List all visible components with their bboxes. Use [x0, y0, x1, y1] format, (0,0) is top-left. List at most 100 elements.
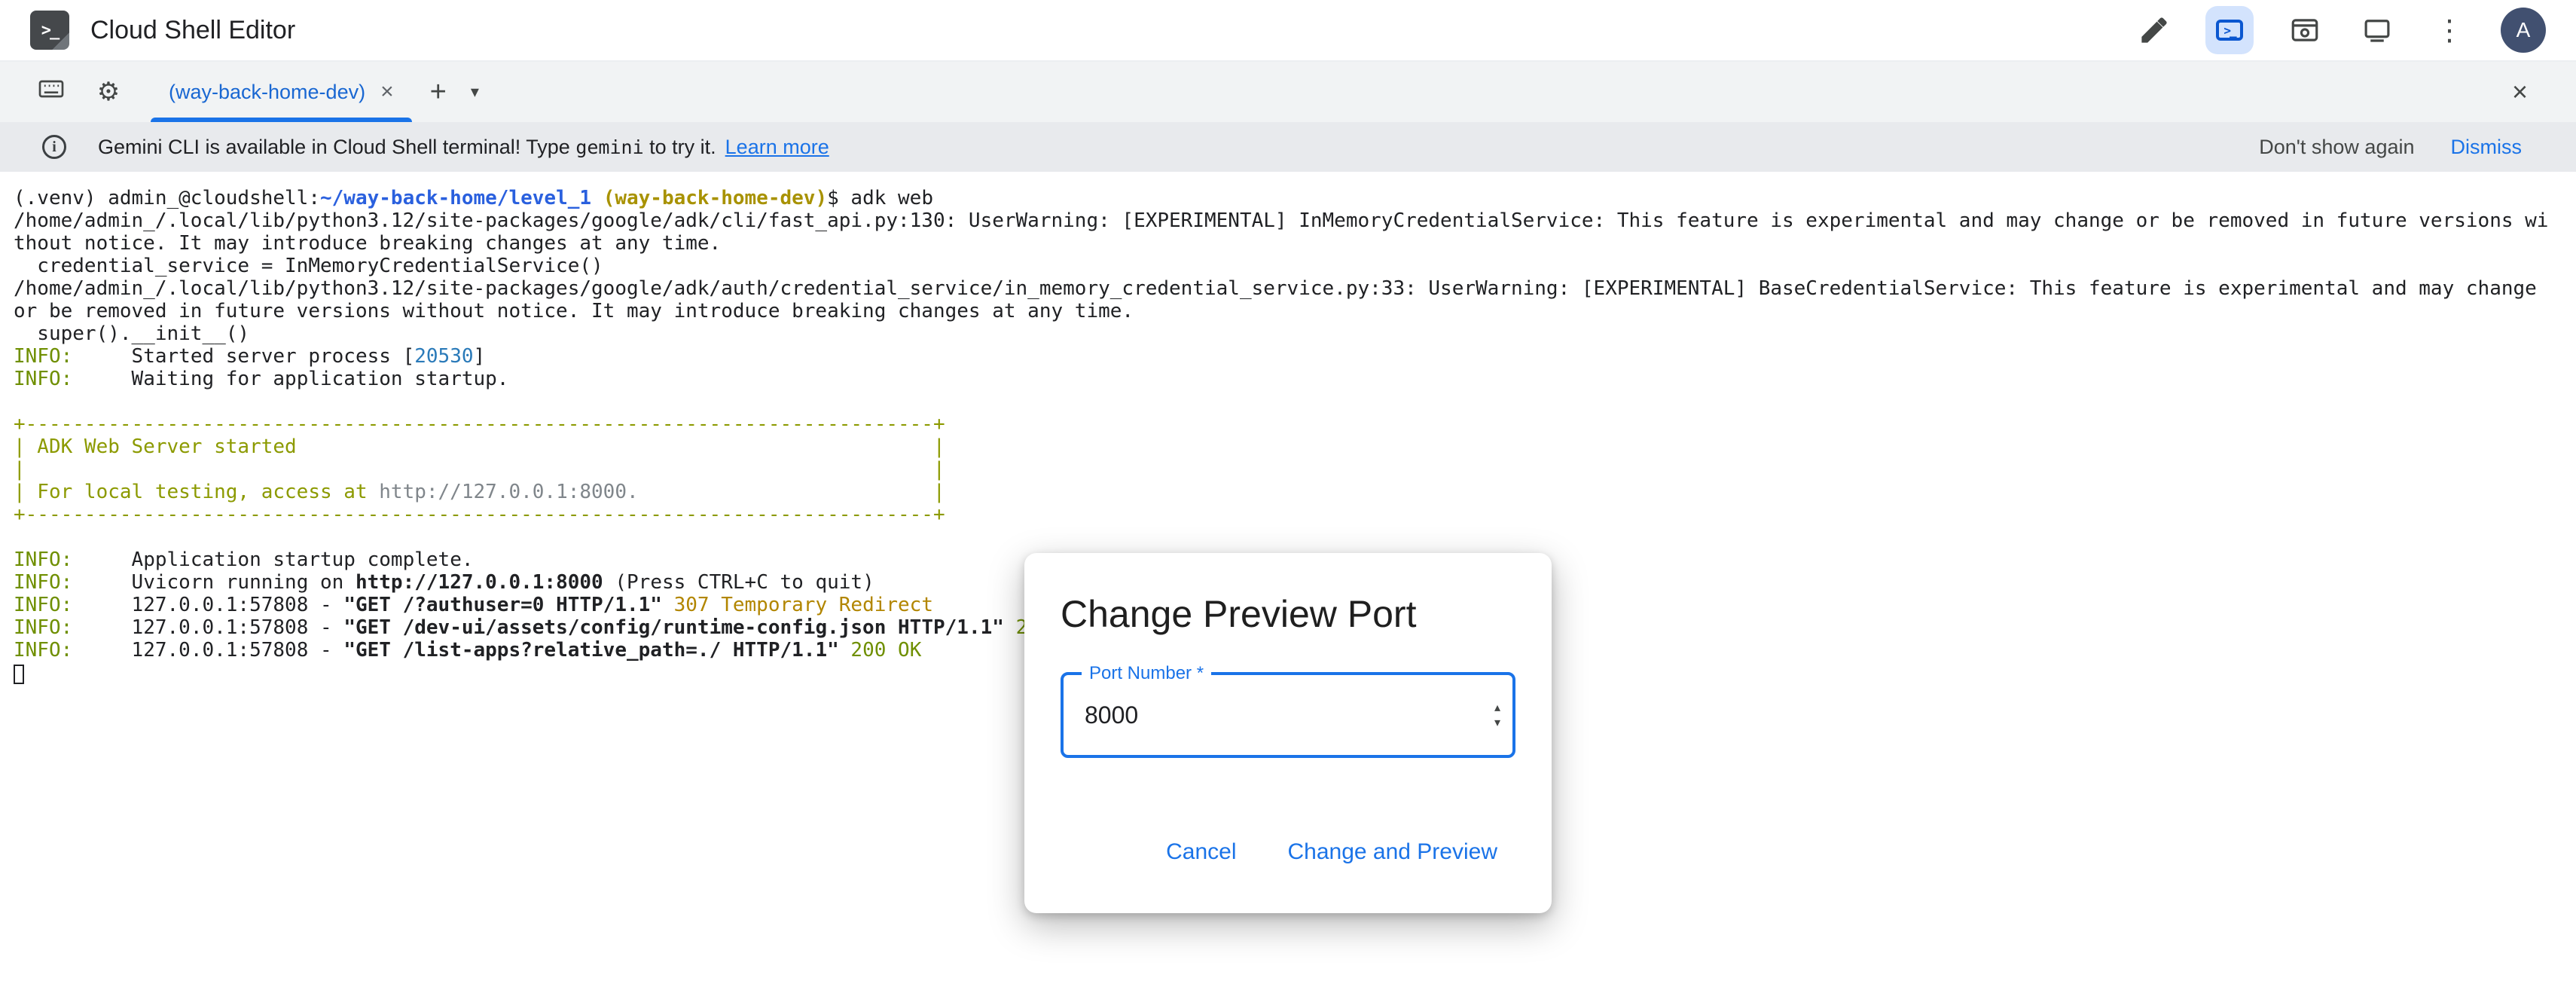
- info-icon: i: [42, 135, 66, 159]
- close-terminal-panel-icon[interactable]: ×: [2512, 76, 2528, 108]
- terminal-tab-active[interactable]: (way-back-home-dev) ×: [148, 62, 415, 122]
- terminal-text-segment: /home/admin_/.local/lib/python3.12/site-…: [14, 277, 2537, 300]
- edit-pencil-icon[interactable]: [2133, 9, 2175, 51]
- terminal-text-segment: super().__init__(): [14, 322, 249, 345]
- terminal-text-segment: $ adk web: [827, 187, 933, 209]
- web-preview-icon[interactable]: [2284, 9, 2326, 51]
- tab-close-icon[interactable]: ×: [380, 81, 394, 103]
- gemini-banner: i Gemini CLI is available in Cloud Shell…: [0, 122, 2576, 172]
- dont-show-again-button[interactable]: Don't show again: [2259, 136, 2414, 159]
- banner-message: Gemini CLI is available in Cloud Shell t…: [98, 136, 829, 159]
- terminal-line: or be removed in future versions without…: [14, 300, 2576, 322]
- app-title: Cloud Shell Editor: [90, 16, 295, 45]
- terminal-text-segment: 127.0.0.1:57808 -: [72, 594, 343, 616]
- terminal-text-segment: ]: [474, 345, 486, 368]
- gear-glyph: ⚙: [97, 77, 120, 107]
- terminal-text-segment: ~/way-back-home/level_1: [320, 187, 591, 209]
- terminal-text-segment: [839, 639, 851, 662]
- terminal-text-segment: /home/admin_/.local/lib/python3.12/site-…: [14, 209, 2548, 232]
- user-avatar[interactable]: A: [2501, 8, 2546, 53]
- port-number-label: Port Number *: [1082, 663, 1211, 684]
- terminal-text-segment: +---------------------------------------…: [14, 503, 945, 526]
- top-bar-actions: >_ ⋮ A: [2133, 6, 2546, 54]
- terminal-text-segment: thout notice. It may introduce breaking …: [14, 232, 721, 255]
- terminal-text-segment: INFO:: [14, 549, 72, 571]
- terminal-text-segment: INFO:: [14, 594, 72, 616]
- cancel-button[interactable]: Cancel: [1148, 827, 1254, 877]
- port-number-input[interactable]: [1064, 701, 1458, 729]
- terminal-tab-label: (way-back-home-dev): [169, 81, 365, 104]
- terminal-text-segment: [662, 594, 674, 616]
- terminal-text-segment: | ADK Web Server started |: [14, 435, 945, 458]
- terminal-line: /home/admin_/.local/lib/python3.12/site-…: [14, 277, 2576, 300]
- info-glyph: i: [52, 139, 56, 156]
- terminal-line: INFO: Started server process [20530]: [14, 345, 2576, 368]
- terminal-text-segment: credential_service = InMemoryCredentialS…: [14, 255, 603, 277]
- banner-text-after: to try it.: [644, 136, 716, 158]
- terminal-text-segment: 20530: [414, 345, 473, 368]
- terminal-text-segment: Uvicorn running on: [72, 571, 356, 594]
- terminal-text-segment: INFO:: [14, 616, 72, 639]
- terminal-line: super().__init__(): [14, 322, 2576, 345]
- terminal-cursor: [14, 665, 24, 684]
- more-options-icon[interactable]: ⋮: [2428, 9, 2471, 51]
- gemini-code-text: gemini: [575, 136, 643, 158]
- terminal-line: INFO: Waiting for application startup.: [14, 368, 2576, 390]
- terminal-text-segment: INFO:: [14, 368, 72, 390]
- terminal-text-segment: (.venv) admin_@cloudshell:: [14, 187, 320, 209]
- terminal-line: credential_service = InMemoryCredentialS…: [14, 255, 2576, 277]
- terminal-text-segment: [591, 187, 603, 209]
- terminal-line: thout notice. It may introduce breaking …: [14, 232, 2576, 255]
- terminal-text-segment: http://127.0.0.1:8000.: [379, 481, 638, 503]
- terminal-line: [14, 390, 2576, 413]
- terminal-line: /home/admin_/.local/lib/python3.12/site-…: [14, 209, 2576, 232]
- port-number-field[interactable]: Port Number * ▴ ▾: [1061, 672, 1515, 758]
- learn-more-link[interactable]: Learn more: [725, 136, 829, 158]
- terminal-text-segment: "GET /dev-ui/assets/config/runtime-confi…: [343, 616, 1004, 639]
- cloud-shell-logo-icon: >_: [30, 11, 69, 50]
- change-and-preview-button[interactable]: Change and Preview: [1269, 827, 1515, 877]
- terminal-line: +---------------------------------------…: [14, 413, 2576, 435]
- dialog-actions: Cancel Change and Preview: [1061, 827, 1515, 877]
- terminal-text-segment: Waiting for application startup.: [72, 368, 508, 390]
- settings-gear-icon[interactable]: ⚙: [90, 77, 127, 107]
- terminal-text-segment: (Press CTRL+C to quit): [603, 571, 874, 594]
- terminal-text-segment: 127.0.0.1:57808 -: [72, 639, 343, 662]
- terminal-tab-bar: ⚙ (way-back-home-dev) × + ▾ ×: [0, 62, 2576, 122]
- terminal-text-segment: or be removed in future versions without…: [14, 300, 1134, 322]
- terminal-text-segment: 127.0.0.1:57808 -: [72, 616, 343, 639]
- avatar-letter: A: [2516, 18, 2531, 42]
- spinner-up-icon[interactable]: ▴: [1494, 701, 1500, 714]
- add-tab-icon[interactable]: +: [430, 76, 447, 108]
- terminal-line: | For local testing, access at http://12…: [14, 481, 2576, 503]
- terminal-text-segment: (way-back-home-dev): [603, 187, 827, 209]
- terminal-line: [14, 526, 2576, 549]
- change-preview-port-dialog: Change Preview Port Port Number * ▴ ▾ Ca…: [1024, 553, 1552, 913]
- open-in-window-icon[interactable]: [2356, 9, 2398, 51]
- terminal-glyph: >_: [2223, 23, 2235, 38]
- spinner-down-icon[interactable]: ▾: [1494, 717, 1500, 729]
- dismiss-button[interactable]: Dismiss: [2451, 136, 2523, 159]
- terminal-text-segment: 307 Temporary Redirect: [674, 594, 933, 616]
- terminal-text-segment: | |: [14, 458, 945, 481]
- banner-actions: Don't show again Dismiss: [2259, 136, 2522, 159]
- terminal-text-segment: http://127.0.0.1:8000: [356, 571, 603, 594]
- terminal-line: | |: [14, 458, 2576, 481]
- number-spinner: ▴ ▾: [1494, 701, 1500, 729]
- terminal-text-segment: INFO:: [14, 345, 72, 368]
- terminal-text-segment: INFO:: [14, 571, 72, 594]
- terminal-icon: >_: [2216, 20, 2243, 41]
- terminal-line: | ADK Web Server started |: [14, 435, 2576, 458]
- keyboard-icon[interactable]: [33, 74, 69, 110]
- banner-text-before: Gemini CLI is available in Cloud Shell t…: [98, 136, 575, 158]
- terminal-text-segment: Started server process [: [72, 345, 414, 368]
- terminal-text-segment: |: [639, 481, 945, 503]
- terminal-text-segment: +---------------------------------------…: [14, 413, 945, 435]
- open-terminal-button[interactable]: >_: [2205, 6, 2254, 54]
- terminal-line: +---------------------------------------…: [14, 503, 2576, 526]
- more-vert-glyph: ⋮: [2435, 14, 2464, 47]
- terminal-line: (.venv) admin_@cloudshell:~/way-back-hom…: [14, 187, 2576, 209]
- terminal-text-segment: 200 OK: [850, 639, 921, 662]
- dialog-title: Change Preview Port: [1061, 592, 1515, 636]
- tab-options-chevron-down-icon[interactable]: ▾: [471, 83, 479, 102]
